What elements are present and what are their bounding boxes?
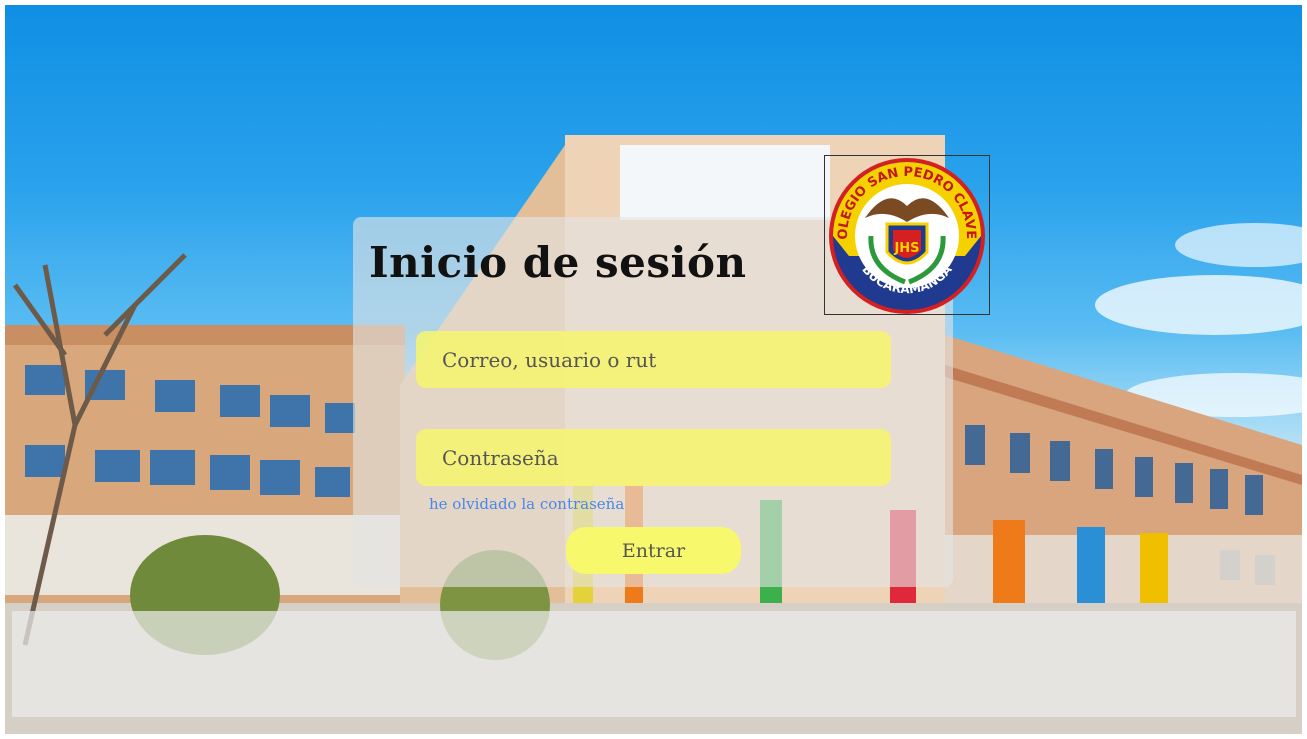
school-logo: JHS COLEGIO SAN PEDRO CLAVER BUCARAMANGA xyxy=(820,145,990,315)
svg-text:JHS: JHS xyxy=(893,241,919,256)
password-input[interactable] xyxy=(416,429,891,486)
page-title: Inicio de sesión xyxy=(369,238,747,287)
bottom-overlay-strip xyxy=(12,611,1296,717)
forgot-password-link[interactable]: he olvidado la contraseña xyxy=(429,495,624,513)
school-crest-icon: JHS COLEGIO SAN PEDRO CLAVER BUCARAMANGA xyxy=(820,145,985,314)
submit-button[interactable]: Entrar xyxy=(566,527,741,574)
user-input[interactable] xyxy=(416,331,891,388)
